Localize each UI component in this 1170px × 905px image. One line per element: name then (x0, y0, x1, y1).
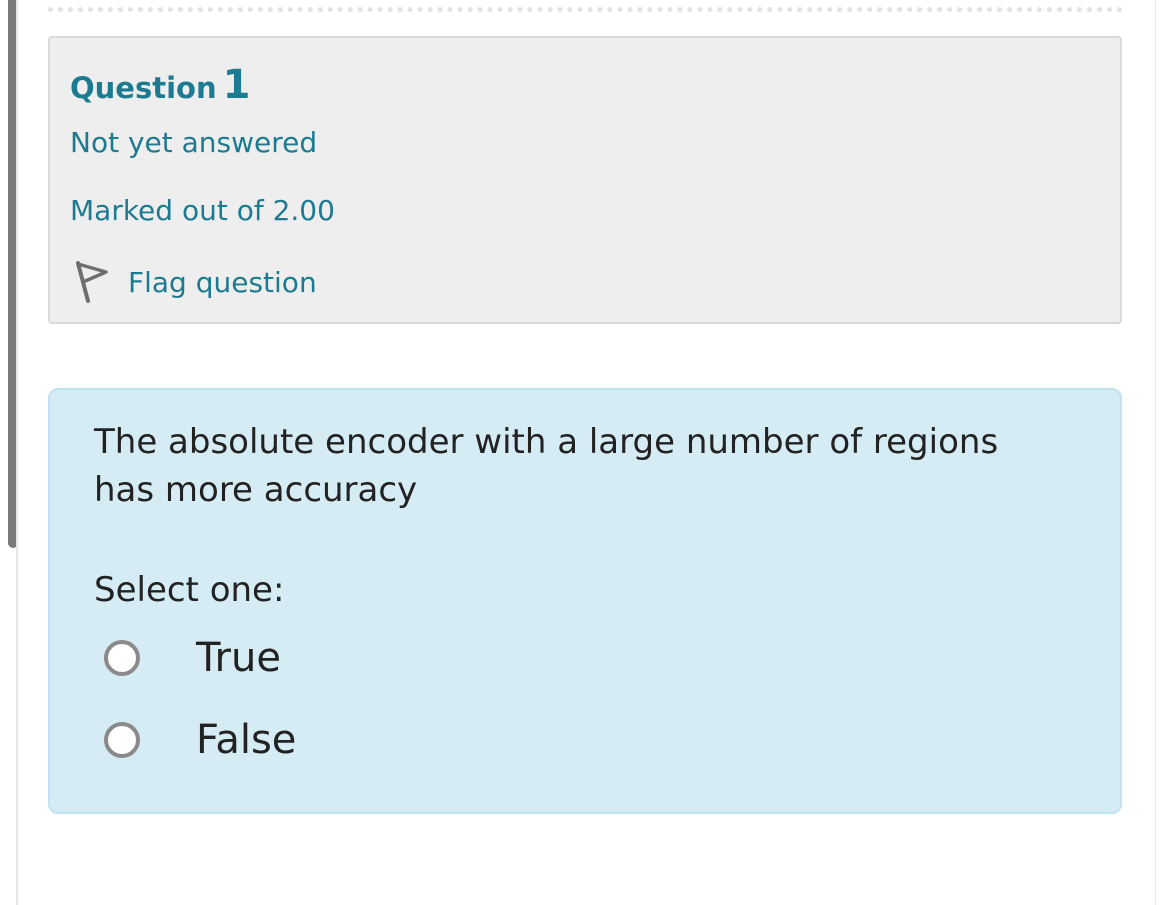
question-grade: Marked out of 2.00 (70, 194, 335, 227)
question-heading: Question 1 (70, 62, 250, 108)
quiz-page: Question 1 Not yet answered Marked out of… (0, 0, 1170, 905)
question-number: 1 (222, 62, 251, 108)
radio-false[interactable] (104, 722, 140, 758)
flag-question-button[interactable]: Flag question (72, 258, 317, 306)
answer-label-false[interactable]: False (196, 717, 296, 763)
answer-option-false[interactable]: False (104, 710, 296, 770)
section-divider (48, 7, 1123, 12)
question-state: Not yet answered (70, 126, 318, 159)
content-border-right (1155, 0, 1156, 905)
radio-true[interactable] (104, 640, 140, 676)
select-one-prompt: Select one: (94, 570, 285, 610)
flag-icon[interactable] (72, 260, 112, 304)
answer-label-true[interactable]: True (196, 635, 281, 681)
question-label: Question (70, 71, 217, 105)
content-border (16, 0, 18, 905)
question-formulation: The absolute encoder with a large number… (48, 388, 1122, 814)
question-info-panel: Question 1 Not yet answered Marked out of… (48, 36, 1122, 324)
answer-option-true[interactable]: True (104, 628, 281, 688)
flag-question-label[interactable]: Flag question (128, 266, 317, 299)
question-text: The absolute encoder with a large number… (94, 422, 999, 510)
